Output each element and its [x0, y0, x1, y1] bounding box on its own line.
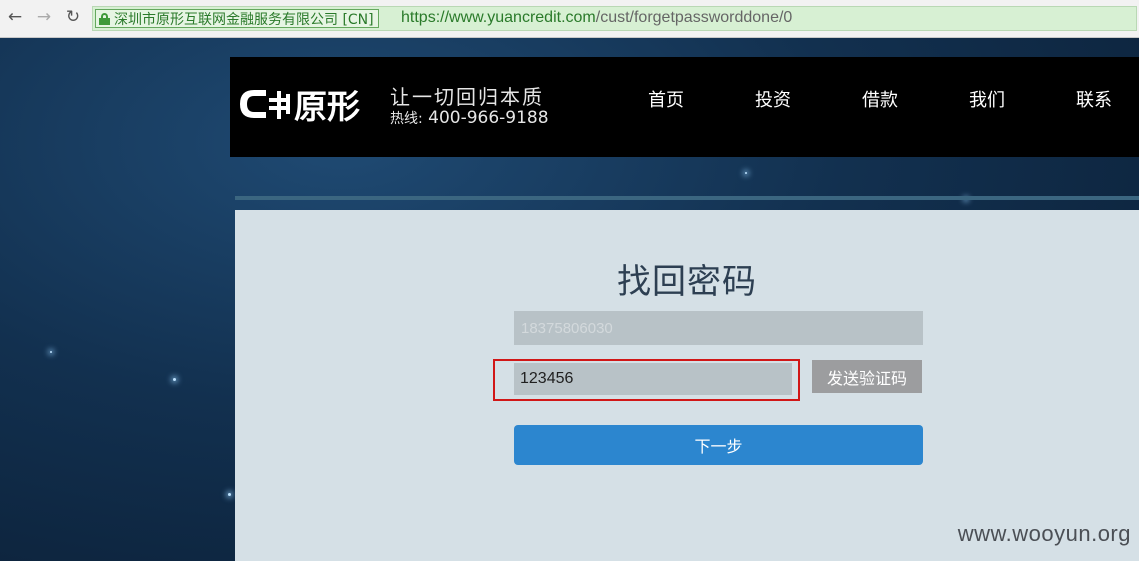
star-decoration: [745, 172, 747, 174]
page-title: 找回密码: [617, 262, 757, 302]
back-arrow-icon[interactable]: ←: [4, 6, 26, 28]
phone-input[interactable]: [514, 311, 923, 345]
nav-item-invest[interactable]: 投资: [755, 86, 791, 112]
url-base: https://www.yuancredit.com: [401, 9, 596, 26]
star-decoration: [50, 351, 52, 353]
nav-item-contact[interactable]: 联系: [1076, 86, 1112, 112]
url-text[interactable]: https://www.yuancredit.com/cust/forgetpa…: [401, 9, 792, 27]
divider: [235, 196, 1139, 200]
star-decoration: [173, 378, 176, 381]
hotline-label: 热线:: [390, 111, 423, 127]
browser-toolbar: ← → ↻ 深圳市原形互联网金融服务有限公司 [CN] https://www.…: [0, 0, 1139, 38]
logo-icon[interactable]: 原形: [236, 82, 386, 126]
lock-icon: [99, 12, 110, 25]
next-step-button[interactable]: 下一步: [514, 425, 923, 465]
forward-arrow-icon[interactable]: →: [33, 6, 55, 28]
logo-text: 原形: [294, 87, 360, 126]
nav-item-about[interactable]: 我们: [969, 86, 1005, 112]
nav-item-home[interactable]: 首页: [648, 86, 684, 112]
address-bar[interactable]: 深圳市原形互联网金融服务有限公司 [CN] https://www.yuancr…: [92, 6, 1137, 31]
site-header: 原形 让一切回归本质 热线: 400-966-9188 首页 投资 借款 我们 …: [230, 57, 1139, 157]
verification-code-input[interactable]: [514, 363, 792, 395]
reset-password-panel: 找回密码 发送验证码 下一步: [235, 210, 1139, 561]
reload-icon[interactable]: ↻: [62, 6, 84, 28]
url-path: /cust/forgetpassworddone/0: [595, 9, 793, 26]
slogan-text: 让一切回归本质: [390, 85, 544, 109]
star-decoration: [228, 493, 231, 496]
hotline: 热线: 400-966-9188: [390, 108, 549, 128]
certificate-badge[interactable]: 深圳市原形互联网金融服务有限公司 [CN]: [95, 9, 379, 28]
certificate-label: 深圳市原形互联网金融服务有限公司 [CN]: [114, 11, 374, 28]
watermark: www.wooyun.org: [957, 521, 1131, 546]
send-code-button[interactable]: 发送验证码: [812, 360, 922, 393]
nav-item-borrow[interactable]: 借款: [862, 86, 898, 112]
hotline-number: 400-966-9188: [428, 108, 549, 128]
page-background: 原形 让一切回归本质 热线: 400-966-9188 首页 投资 借款 我们 …: [0, 38, 1139, 561]
